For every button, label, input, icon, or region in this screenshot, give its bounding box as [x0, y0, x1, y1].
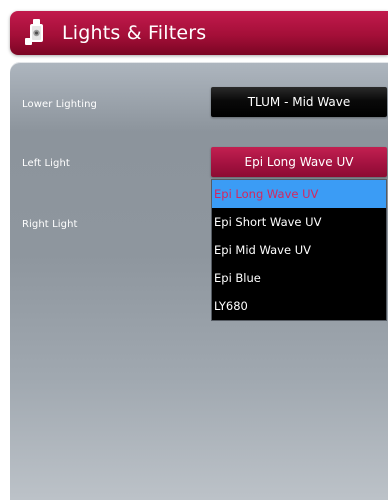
- lower-lighting-select[interactable]: TLUM - Mid Wave: [211, 87, 387, 117]
- left-light-dropdown: Epi Long Wave UV Epi Short Wave UV Epi M…: [211, 179, 387, 321]
- lower-lighting-label: Lower Lighting: [22, 99, 97, 110]
- lights-filters-window: Lights & Filters Lower Lighting TLUM - M…: [0, 0, 388, 500]
- left-light-select[interactable]: Epi Long Wave UV: [211, 147, 387, 177]
- dropdown-option-epi-short-wave-uv[interactable]: Epi Short Wave UV: [212, 208, 386, 236]
- header-bar: Lights & Filters: [10, 11, 388, 55]
- left-light-label: Left Light: [22, 158, 70, 169]
- dropdown-option-epi-mid-wave-uv[interactable]: Epi Mid Wave UV: [212, 236, 386, 264]
- settings-panel: Lower Lighting TLUM - Mid Wave Left Ligh…: [10, 62, 388, 500]
- right-light-label: Right Light: [22, 219, 78, 230]
- dropdown-option-epi-blue[interactable]: Epi Blue: [212, 264, 386, 292]
- dropdown-option-ly680[interactable]: LY680: [212, 292, 386, 320]
- dropdown-option-epi-long-wave-uv[interactable]: Epi Long Wave UV: [212, 180, 386, 208]
- light-filter-icon: [24, 18, 48, 48]
- page-title: Lights & Filters: [62, 21, 207, 44]
